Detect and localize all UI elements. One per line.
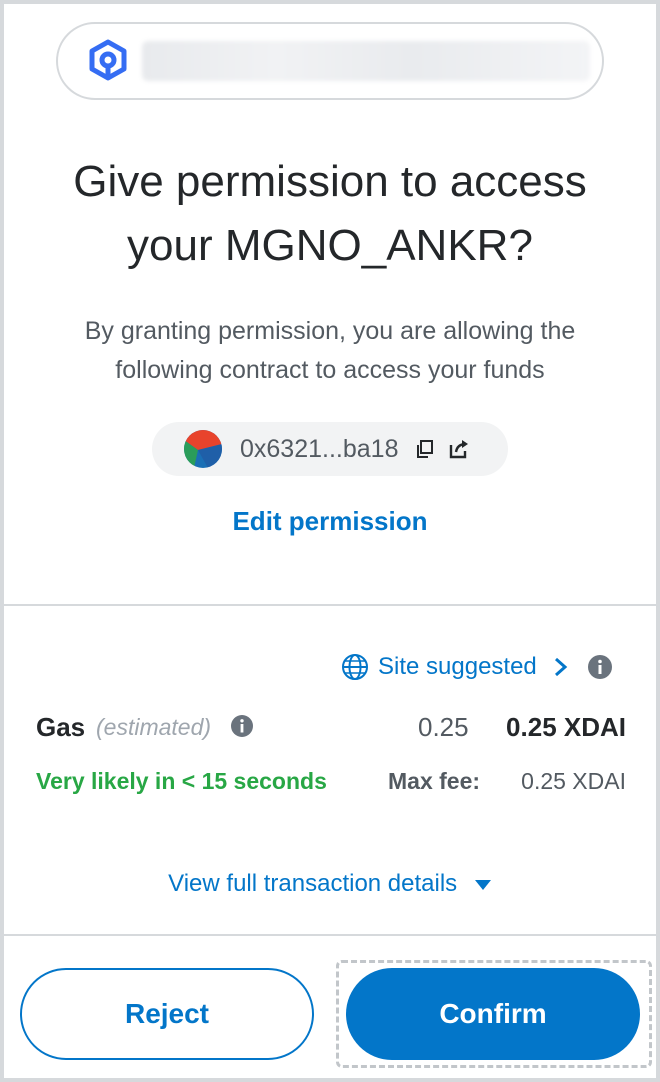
- reject-button[interactable]: Reject: [20, 968, 314, 1060]
- contract-address-pill: 0x6321...ba18: [152, 422, 508, 476]
- globe-icon: [342, 654, 368, 680]
- max-fee-label: Max fee:: [388, 768, 481, 794]
- ankr-logo-icon: [89, 39, 127, 81]
- copy-icon[interactable]: [414, 438, 436, 460]
- gas-timing-estimate: Very likely in < 15 seconds: [36, 768, 327, 794]
- site-suggested-fee[interactable]: Site suggested: [340, 650, 613, 684]
- gas-estimated-label: (estimated): [96, 714, 212, 740]
- view-details-label: View full transaction details: [168, 870, 458, 897]
- divider: [4, 604, 656, 606]
- gas-fee-primary: 0.25 XDAI: [506, 712, 626, 742]
- divider: [4, 934, 656, 936]
- gas-fee-row: Gas (estimated) 0.25 0.25 XDAI: [36, 708, 626, 748]
- confirm-button[interactable]: Confirm: [346, 968, 640, 1060]
- chevron-right-icon[interactable]: [553, 657, 569, 677]
- external-link-icon[interactable]: [448, 438, 470, 460]
- contract-avatar: [184, 430, 222, 468]
- page-title: Give permission to access your MGNO_ANKR…: [73, 157, 587, 270]
- gas-label: Gas: [36, 712, 86, 742]
- info-icon[interactable]: [587, 654, 613, 680]
- contract-address: 0x6321...ba18: [240, 434, 399, 463]
- gas-fee-secondary: 0.25: [418, 712, 469, 742]
- gas-timing-row: Very likely in < 15 seconds Max fee: 0.2…: [36, 766, 626, 800]
- info-icon[interactable]: [230, 714, 254, 738]
- site-suggested-label: Site suggested: [378, 653, 537, 680]
- view-full-details-link[interactable]: View full transaction details: [0, 870, 660, 898]
- page-subtitle: By granting permission, you are allowing…: [84, 317, 576, 384]
- edit-permission-link[interactable]: Edit permission: [0, 506, 660, 537]
- site-origin-pill: [56, 22, 604, 100]
- max-fee-value: 0.25 XDAI: [521, 768, 626, 794]
- site-origin-url-blurred: [142, 41, 590, 81]
- caret-down-icon: [474, 879, 491, 890]
